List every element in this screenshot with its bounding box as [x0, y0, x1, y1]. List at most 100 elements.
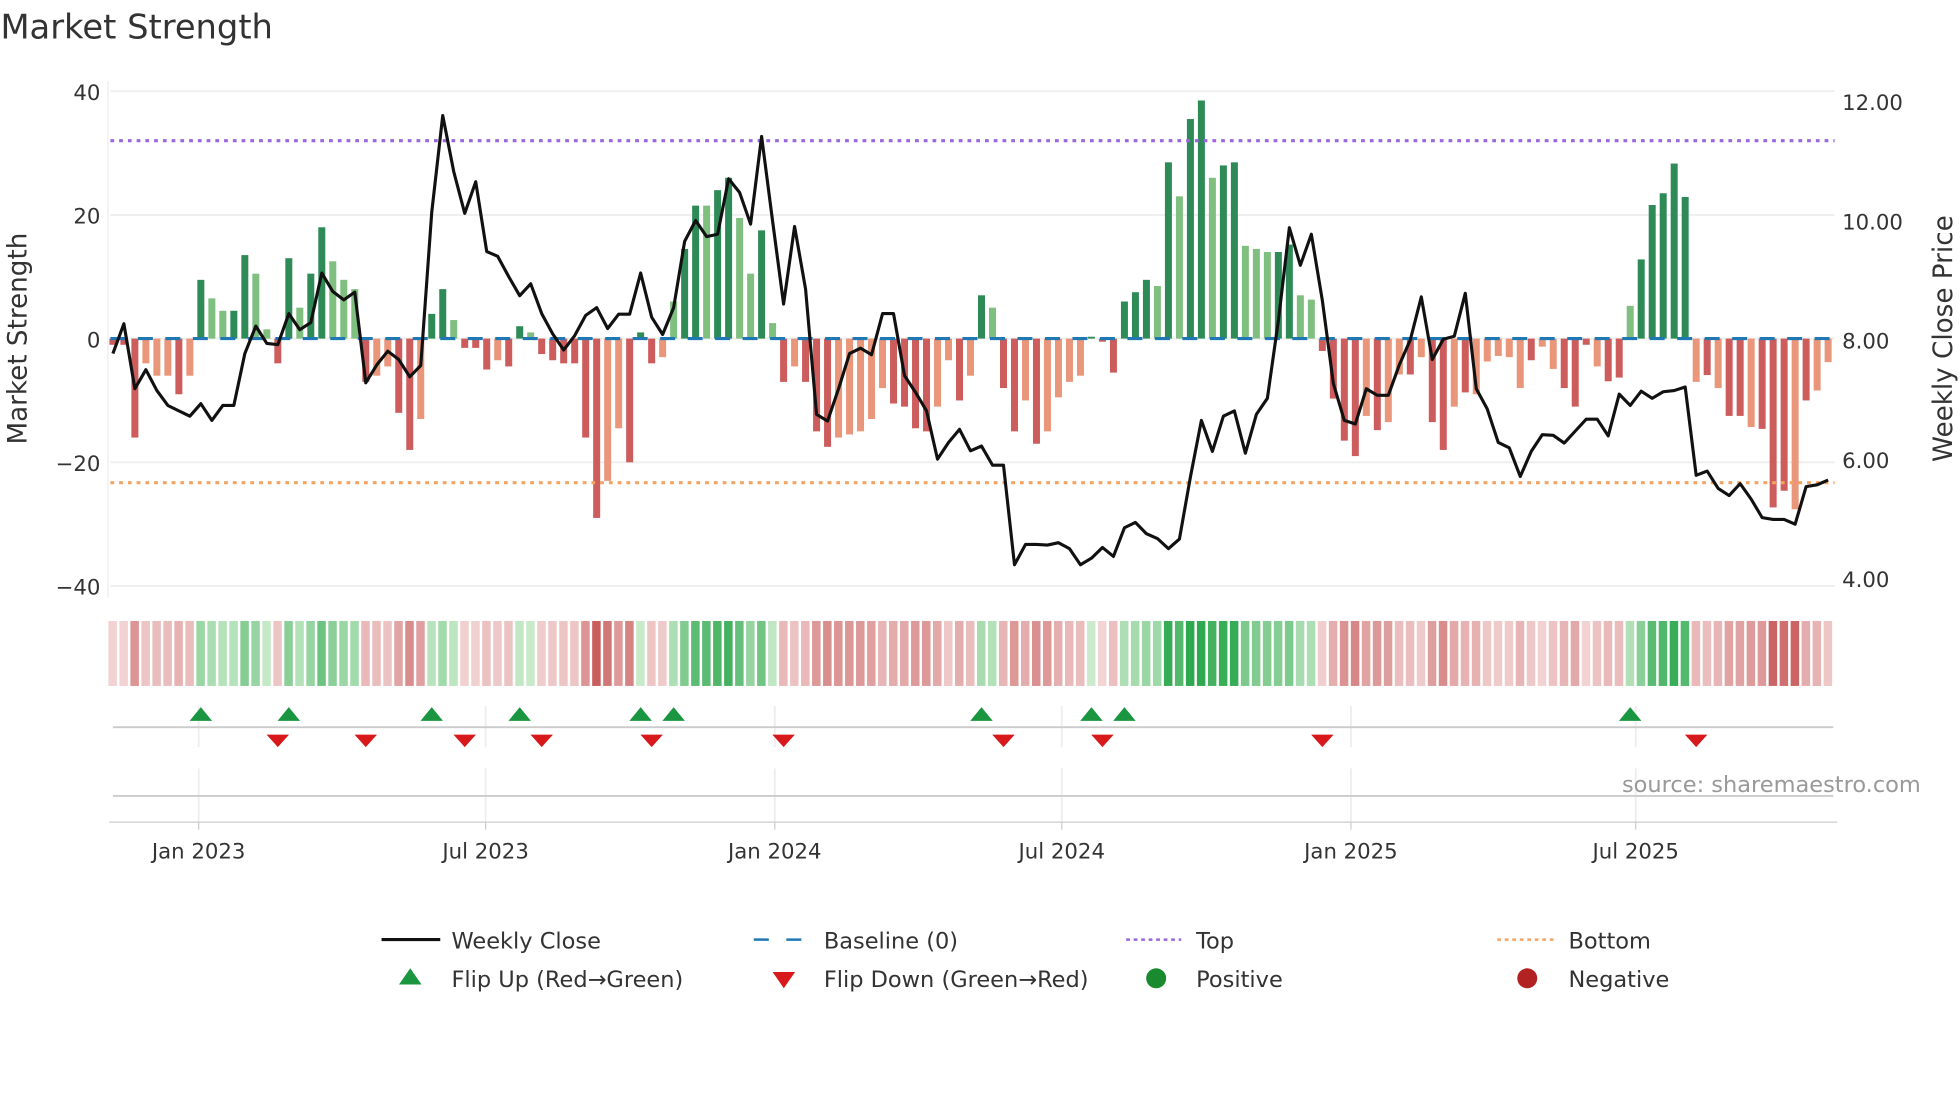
strength-bar	[406, 338, 414, 450]
flip-up-marker	[508, 707, 531, 721]
heat-cell	[1075, 620, 1085, 686]
flip-up-marker	[1080, 707, 1103, 721]
strength-bar	[1758, 338, 1766, 429]
heat-cell	[174, 620, 183, 686]
heat-cell	[559, 620, 568, 686]
legend-baseline: Baseline (0)	[824, 928, 958, 954]
strength-bar	[978, 295, 985, 339]
heat-cell	[878, 620, 887, 686]
heat-cell	[779, 620, 788, 686]
strength-bar	[1010, 338, 1018, 432]
heat-cell	[526, 620, 535, 686]
strength-bar	[1747, 338, 1755, 428]
heat-cell	[493, 620, 502, 686]
strength-bar	[1142, 279, 1150, 339]
strength-bar	[879, 338, 887, 389]
flip-down-marker	[530, 734, 553, 748]
x-tick-label: Jan 2024	[726, 839, 822, 864]
heat-cell	[251, 620, 260, 686]
strength-bar	[1153, 286, 1161, 339]
heat-cell	[1515, 620, 1525, 686]
strength-bar	[802, 338, 810, 382]
flip-up-marker	[662, 707, 685, 721]
heat-cell	[911, 620, 920, 686]
heat-cell	[1405, 620, 1415, 686]
x-tick-label: Jul 2024	[1017, 839, 1105, 864]
strength-bar	[1813, 338, 1821, 391]
marker-panel-gridlines	[197, 705, 1637, 823]
x-ticks: Jan 2023 Jul 2023 Jan 2024 Jul 2024 Jan 2025…	[150, 822, 1679, 864]
heat-cell	[163, 620, 172, 686]
strength-bar	[1516, 338, 1524, 389]
strength-bar	[1637, 259, 1645, 339]
strength-bar	[626, 338, 634, 463]
heat-cell	[240, 620, 249, 686]
strength-bar	[1087, 336, 1095, 339]
heat-cell	[1438, 620, 1448, 686]
heat-cell	[1669, 620, 1679, 686]
strength-bar	[1593, 338, 1601, 367]
y2-tick-label: 8.00	[1842, 330, 1889, 355]
strength-bar	[1494, 338, 1502, 356]
heat-cell	[1427, 620, 1437, 686]
heat-cell	[1746, 620, 1756, 686]
strength-bar	[714, 190, 722, 339]
strength-bar	[824, 338, 832, 447]
heat-cell	[196, 620, 205, 686]
strength-bar	[1032, 338, 1040, 444]
strength-bar	[1505, 338, 1513, 358]
strength-bar	[461, 338, 469, 348]
flip-up-marker	[1618, 707, 1642, 721]
heat-cell	[625, 620, 634, 686]
left-y-ticks: 40 20 0 −20 −40	[56, 81, 101, 601]
legend-flip-up: Flip Up (Red→Green)	[451, 967, 683, 993]
heat-cell	[1460, 620, 1470, 686]
heat-cell	[1031, 620, 1041, 686]
strength-bar	[494, 338, 502, 361]
strength-bar	[1208, 177, 1216, 339]
flip-up-triangle-icon	[399, 968, 422, 985]
heat-cell	[350, 620, 359, 686]
strength-bar	[934, 338, 942, 407]
strength-bar	[615, 338, 623, 429]
strength-bar	[1648, 205, 1656, 339]
heat-cell	[1592, 620, 1602, 686]
x-tick-label: Jan 2023	[150, 839, 246, 864]
strength-bar	[780, 338, 788, 382]
heat-cell	[680, 620, 689, 686]
heat-cell	[834, 620, 843, 686]
strength-bar	[1131, 292, 1139, 339]
heat-cell	[130, 620, 139, 686]
heat-cell	[647, 620, 656, 686]
heat-cell	[1218, 620, 1228, 686]
flip-up-marker	[277, 707, 301, 721]
flip-up-marker	[420, 707, 443, 721]
heat-cell	[372, 620, 381, 686]
heat-cell	[361, 620, 370, 686]
heat-cell	[1042, 620, 1052, 686]
heat-cell	[1229, 620, 1239, 686]
strength-bar	[945, 338, 953, 361]
strength-heat-strip	[108, 620, 1833, 686]
strength-bar	[329, 261, 337, 339]
strength-bar	[1417, 338, 1425, 358]
strength-bar	[428, 313, 436, 339]
heat-cell	[636, 620, 645, 686]
strength-bar	[549, 338, 557, 361]
heat-cell	[1141, 620, 1151, 686]
heat-cell	[1152, 620, 1162, 686]
heat-cell	[482, 620, 491, 686]
heat-cell	[1768, 620, 1778, 686]
heat-cell	[966, 620, 975, 686]
strength-bar	[967, 338, 975, 376]
positive-circle-icon	[1146, 968, 1167, 989]
heat-cell	[548, 620, 557, 686]
heat-cell	[1812, 620, 1822, 686]
strength-bar	[1109, 338, 1117, 373]
heat-cell	[1251, 620, 1261, 686]
strength-bar	[538, 338, 546, 355]
strength-bar	[1582, 338, 1590, 345]
flip-down-marker	[354, 734, 378, 748]
heat-cell	[1790, 620, 1800, 686]
y2-tick-label: 6.00	[1842, 449, 1889, 474]
